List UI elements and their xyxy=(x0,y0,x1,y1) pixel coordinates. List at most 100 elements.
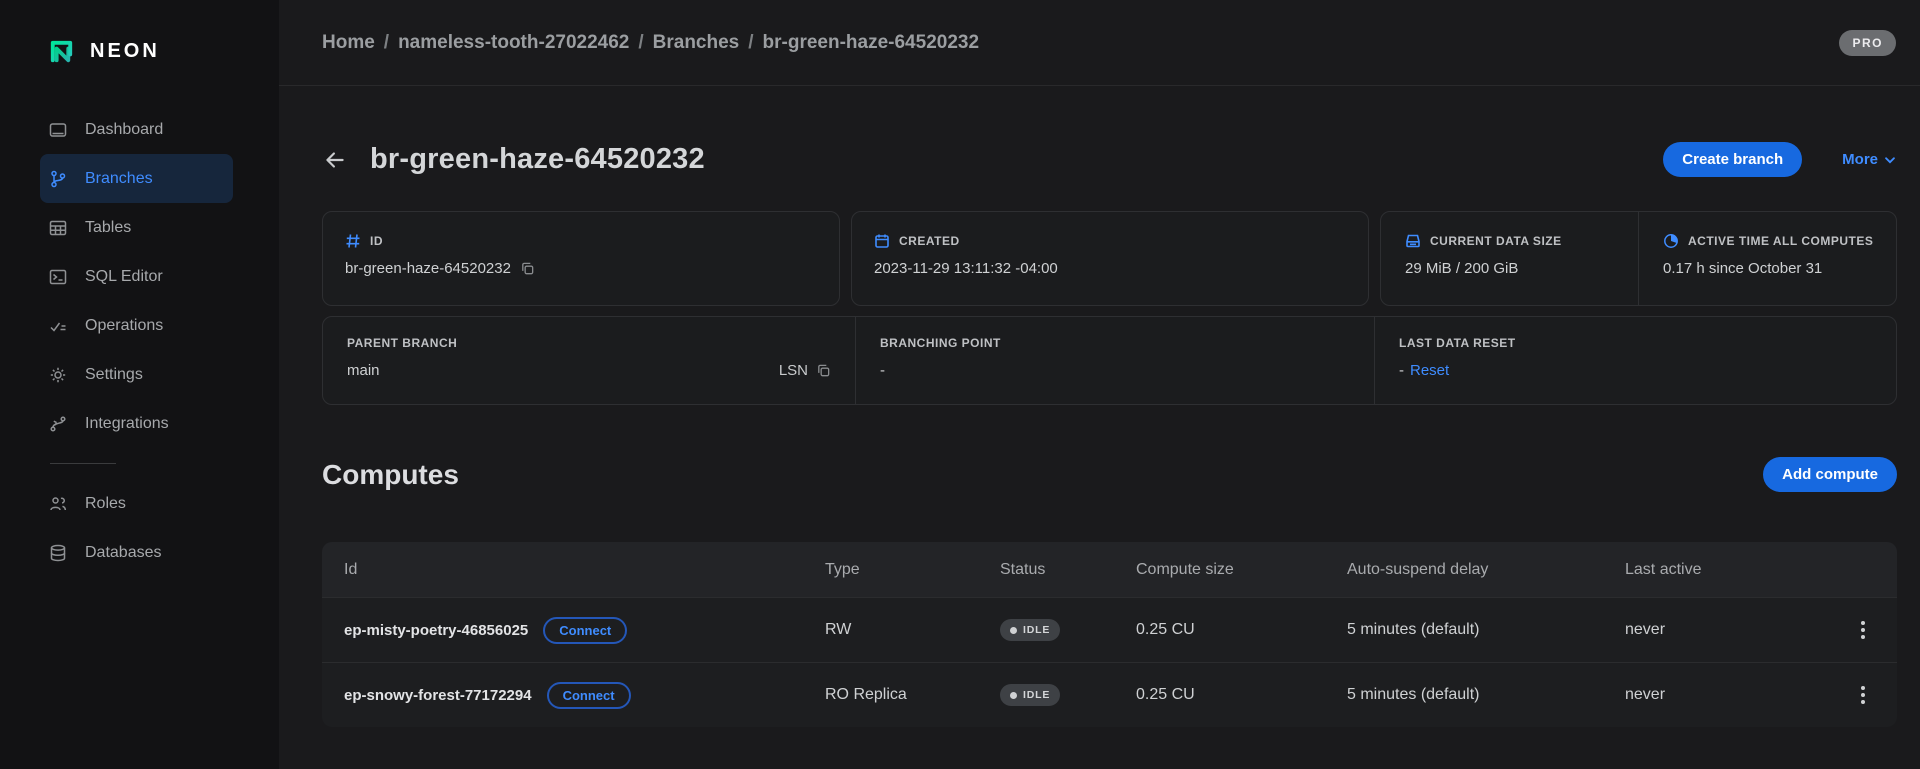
sidebar-item-label: Roles xyxy=(85,495,126,513)
data-size-icon xyxy=(1405,233,1421,249)
active-time-icon xyxy=(1663,233,1679,249)
last-data-reset-label: LAST DATA RESET xyxy=(1399,336,1872,350)
more-button-label: More xyxy=(1842,151,1878,168)
status-text: IDLE xyxy=(1023,689,1050,701)
last-active: never xyxy=(1625,686,1825,704)
computes-table: Id Type Status Compute size Auto-suspend… xyxy=(322,542,1897,727)
branch-details-card: PARENT BRANCH main LSN BRANCHING POINT -… xyxy=(322,316,1897,405)
plan-badge: PRO xyxy=(1839,30,1896,56)
branching-point-label: BRANCHING POINT xyxy=(880,336,1350,350)
status-badge: IDLE xyxy=(1000,619,1060,641)
data-size-label: CURRENT DATA SIZE xyxy=(1430,234,1562,248)
id-label: ID xyxy=(370,234,383,248)
connect-button[interactable]: Connect xyxy=(543,617,627,644)
compute-type: RO Replica xyxy=(825,686,1000,704)
compute-size: 0.25 CU xyxy=(1136,686,1347,704)
active-time-value: 0.17 h since October 31 xyxy=(1663,260,1886,277)
breadcrumb-separator: / xyxy=(384,32,389,54)
column-header-status: Status xyxy=(1000,561,1136,579)
breadcrumb-current-branch: br-green-haze-64520232 xyxy=(763,32,980,54)
active-time-label: ACTIVE TIME ALL COMPUTES xyxy=(1688,234,1873,248)
sidebar-divider xyxy=(50,463,116,464)
info-cards-row: ID br-green-haze-64520232 CREATED 2023-1… xyxy=(322,211,1897,306)
back-arrow-icon[interactable] xyxy=(322,147,348,173)
branches-icon xyxy=(48,169,68,189)
created-value: 2023-11-29 13:11:32 -04:00 xyxy=(874,260,1346,277)
copy-icon[interactable] xyxy=(520,261,535,276)
endpoint-id: ep-snowy-forest-77172294 xyxy=(344,687,532,704)
breadcrumb-home[interactable]: Home xyxy=(322,32,375,54)
last-data-reset-value: - xyxy=(1399,362,1404,379)
connect-button[interactable]: Connect xyxy=(547,682,631,709)
reset-link[interactable]: Reset xyxy=(1410,362,1449,379)
sidebar-item-roles[interactable]: Roles xyxy=(40,479,233,528)
sidebar-item-settings[interactable]: Settings xyxy=(40,350,233,399)
branch-id-value: br-green-haze-64520232 xyxy=(345,260,511,277)
compute-size: 0.25 CU xyxy=(1136,621,1347,639)
hash-icon xyxy=(345,233,361,249)
active-time-section: ACTIVE TIME ALL COMPUTES 0.17 h since Oc… xyxy=(1638,212,1896,305)
sidebar-item-databases[interactable]: Databases xyxy=(40,528,233,577)
id-card-label-row: ID xyxy=(345,233,817,249)
status-text: IDLE xyxy=(1023,624,1050,636)
sidebar-item-dashboard[interactable]: Dashboard xyxy=(40,105,233,154)
auto-suspend-delay: 5 minutes (default) xyxy=(1347,621,1625,639)
gear-icon xyxy=(48,365,68,385)
column-header-auto-suspend-delay: Auto-suspend delay xyxy=(1347,561,1625,579)
tables-icon xyxy=(48,218,68,238)
breadcrumb: Home / nameless-tooth-27022462 / Branche… xyxy=(322,32,979,54)
more-button[interactable]: More xyxy=(1842,151,1897,168)
calendar-icon xyxy=(874,233,890,249)
computes-header-row: Computes Add compute xyxy=(322,457,1897,492)
last-data-reset-section: LAST DATA RESET - Reset xyxy=(1374,317,1896,404)
sidebar-item-label: Operations xyxy=(85,317,163,335)
column-header-compute-size: Compute size xyxy=(1136,561,1347,579)
sql-editor-icon xyxy=(48,267,68,287)
create-branch-button[interactable]: Create branch xyxy=(1663,142,1802,177)
copy-icon[interactable] xyxy=(816,363,831,378)
breadcrumb-separator: / xyxy=(748,32,753,54)
breadcrumb-separator: / xyxy=(638,32,643,54)
branching-point-value: - xyxy=(880,362,1350,379)
branching-point-section: BRANCHING POINT - xyxy=(855,317,1374,404)
column-header-id: Id xyxy=(322,561,825,579)
sidebar-item-integrations[interactable]: Integrations xyxy=(40,399,233,448)
sidebar-item-label: Tables xyxy=(85,219,131,237)
brand-logo[interactable]: NEON xyxy=(0,0,279,67)
sidebar-menu: Dashboard Branches Tables SQL Editor Ope… xyxy=(0,105,279,577)
endpoint-id: ep-misty-poetry-46856025 xyxy=(344,622,528,639)
metrics-card: CURRENT DATA SIZE 29 MiB / 200 GiB ACTIV… xyxy=(1380,211,1897,306)
kebab-menu-icon[interactable] xyxy=(1857,617,1869,643)
sidebar-item-operations[interactable]: Operations xyxy=(40,301,233,350)
page-title: br-green-haze-64520232 xyxy=(370,143,705,176)
sidebar-item-sql-editor[interactable]: SQL Editor xyxy=(40,252,233,301)
sidebar-item-label: Settings xyxy=(85,366,143,384)
compute-type: RW xyxy=(825,621,1000,639)
add-compute-button[interactable]: Add compute xyxy=(1763,457,1897,492)
database-icon xyxy=(48,543,68,563)
id-card: ID br-green-haze-64520232 xyxy=(322,211,840,306)
status-dot-icon xyxy=(1010,692,1017,699)
breadcrumb-project[interactable]: nameless-tooth-27022462 xyxy=(398,32,629,54)
kebab-menu-icon[interactable] xyxy=(1857,682,1869,708)
sidebar-item-branches[interactable]: Branches xyxy=(40,154,233,203)
sidebar-item-label: Databases xyxy=(85,544,162,562)
breadcrumb-branches[interactable]: Branches xyxy=(653,32,740,54)
column-header-last-active: Last active xyxy=(1625,561,1825,579)
computes-title: Computes xyxy=(322,459,459,491)
neon-logo-icon xyxy=(46,36,77,67)
column-header-type: Type xyxy=(825,561,1000,579)
operations-icon xyxy=(48,316,68,336)
sidebar-item-label: Branches xyxy=(85,170,153,188)
top-bar: Home / nameless-tooth-27022462 / Branche… xyxy=(279,0,1920,86)
data-size-section: CURRENT DATA SIZE 29 MiB / 200 GiB xyxy=(1381,212,1638,305)
last-active: never xyxy=(1625,621,1825,639)
status-badge: IDLE xyxy=(1000,684,1060,706)
brand-name: NEON xyxy=(90,40,160,63)
data-size-value: 29 MiB / 200 GiB xyxy=(1405,260,1628,277)
page-content: br-green-haze-64520232 Create branch Mor… xyxy=(279,86,1920,769)
sidebar-item-tables[interactable]: Tables xyxy=(40,203,233,252)
status-dot-icon xyxy=(1010,627,1017,634)
parent-branch-value: main xyxy=(347,362,380,379)
created-card: CREATED 2023-11-29 13:11:32 -04:00 xyxy=(851,211,1369,306)
